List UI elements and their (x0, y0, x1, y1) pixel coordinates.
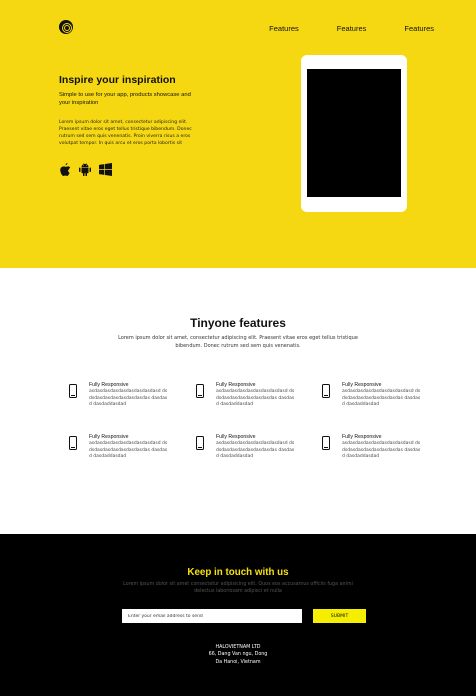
email-input[interactable] (122, 609, 302, 623)
features-description: Lorem ipsum dolor sit amet, consectetur … (118, 335, 358, 349)
contact-title: Keep in touch with us (187, 567, 289, 578)
apple-icon[interactable] (59, 163, 71, 176)
fingerprint-icon[interactable] (59, 20, 73, 34)
feature-text: asdasdasdasdasdasdasdasdasd dsdsdasdasda… (342, 441, 421, 460)
feature-title: Fully Responsive (216, 382, 256, 388)
feature-item: Fully Responsive asdasdasdasdasdasdasdas… (196, 434, 296, 464)
submit-button[interactable]: SUBMIT (313, 609, 366, 623)
feature-item: Fully Responsive asdasdasdasdasdasdasdas… (322, 434, 422, 464)
feature-title: Fully Responsive (216, 434, 256, 440)
address-line: 66, Dang Van ngu, Dong (208, 652, 268, 658)
feature-item: Fully Responsive asdasdasdasdasdasdasdas… (69, 382, 169, 412)
nav-link-features-1[interactable]: Features (269, 24, 299, 33)
contact-description: Lorem ipsum dolor sit amet consectetur a… (123, 582, 353, 595)
nav-link-features-2[interactable]: Features (337, 24, 367, 33)
feature-text: asdasdasdasdasdasdasdasdasd dsdsdasdasda… (89, 389, 168, 408)
company-address: HALOVIETNAM LTD 66, Dang Van ngu, Dong D… (0, 644, 476, 666)
tablet-mockup (301, 55, 407, 212)
platform-icons (59, 163, 112, 176)
feature-item: Fully Responsive asdasdasdasdasdasdasdas… (69, 434, 169, 464)
feature-title: Fully Responsive (89, 434, 129, 440)
hero-section: Features Features Features Inspire your … (0, 0, 476, 268)
smartphone-icon (69, 384, 77, 398)
hero-body-text: Lorem ipsum dolor sit amet, consectetur … (59, 120, 192, 146)
smartphone-icon (69, 436, 77, 450)
feature-item: Fully Responsive asdasdasdasdasdasdasdas… (322, 382, 422, 412)
features-title: Tinyone features (190, 316, 286, 330)
hero-subtitle: Simple to use for your app, products sho… (59, 92, 191, 106)
feature-text: asdasdasdasdasdasdasdasdasd dsdsdasdasda… (216, 441, 295, 460)
address-line: Da Hanoi, Vietnam (215, 659, 261, 665)
feature-title: Fully Responsive (89, 382, 129, 388)
address-line: HALOVIETNAM LTD (215, 645, 261, 650)
feature-item: Fully Responsive asdasdasdasdasdasdasdas… (196, 382, 296, 412)
feature-text: asdasdasdasdasdasdasdasdasd dsdsdasdasda… (342, 389, 421, 408)
contact-section: Keep in touch with us Lorem ipsum dolor … (0, 534, 476, 696)
smartphone-icon (322, 436, 330, 450)
feature-text: asdasdasdasdasdasdasdasdasd dsdsdasdasda… (216, 389, 295, 408)
feature-title: Fully Responsive (342, 382, 382, 388)
nav-link-features-3[interactable]: Features (404, 24, 434, 33)
smartphone-icon (322, 384, 330, 398)
top-nav: Features Features Features (269, 24, 434, 33)
android-icon[interactable] (79, 163, 91, 176)
smartphone-icon (196, 384, 204, 398)
smartphone-icon (196, 436, 204, 450)
hero-title: Inspire your inspiration (59, 74, 176, 86)
feature-text: asdasdasdasdasdasdasdasdasd dsdsdasdasda… (89, 441, 168, 460)
feature-title: Fully Responsive (342, 434, 382, 440)
windows-icon[interactable] (99, 163, 112, 176)
tablet-screen (307, 69, 401, 197)
